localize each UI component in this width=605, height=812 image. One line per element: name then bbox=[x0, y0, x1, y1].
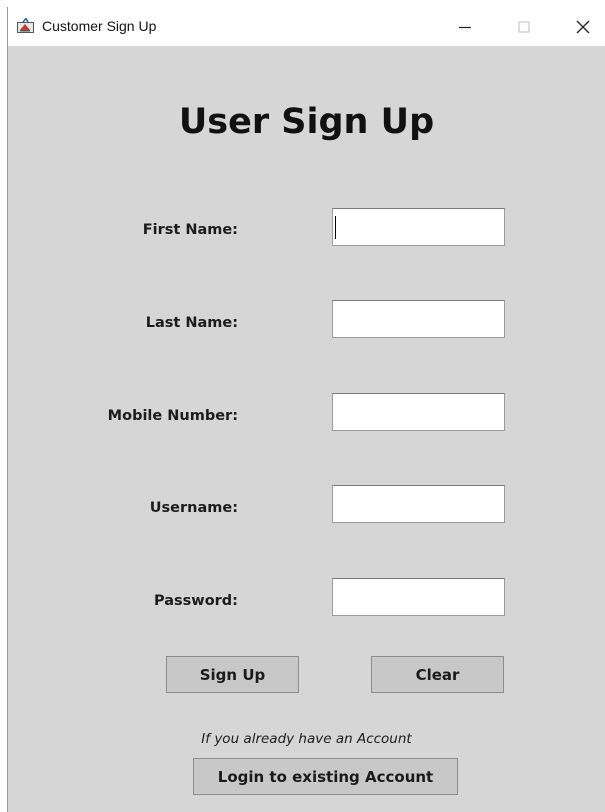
last-name-label: Last Name: bbox=[145, 315, 238, 331]
signup-button[interactable]: Sign Up bbox=[166, 656, 299, 693]
page-title: User Sign Up bbox=[178, 102, 435, 142]
password-field[interactable] bbox=[332, 578, 505, 616]
password-label: Password: bbox=[154, 593, 238, 609]
signup-window: Customer Sign Up User Sign Up First Name… bbox=[7, 7, 605, 812]
last-name-field[interactable] bbox=[332, 300, 505, 338]
minimize-icon bbox=[459, 26, 471, 28]
java-cup-icon bbox=[17, 17, 34, 33]
maximize-icon bbox=[518, 21, 530, 32]
clear-button[interactable]: Clear bbox=[371, 656, 504, 693]
first-name-label: First Name: bbox=[142, 222, 238, 238]
close-icon bbox=[576, 20, 590, 33]
minimize-button[interactable] bbox=[443, 7, 487, 46]
text-cursor bbox=[335, 216, 336, 239]
window-title: Customer Sign Up bbox=[42, 18, 157, 34]
mobile-number-label: Mobile Number: bbox=[107, 408, 238, 424]
username-field[interactable] bbox=[332, 485, 505, 523]
title-bar[interactable]: Customer Sign Up bbox=[8, 7, 605, 46]
close-button[interactable] bbox=[561, 7, 605, 46]
maximize-button[interactable] bbox=[502, 7, 546, 46]
first-name-field[interactable] bbox=[332, 208, 505, 246]
username-label: Username: bbox=[149, 500, 238, 516]
login-prompt-text: If you already have an Account bbox=[201, 731, 412, 747]
login-existing-account-button[interactable]: Login to existing Account bbox=[193, 758, 458, 795]
mobile-number-field[interactable] bbox=[332, 393, 505, 431]
